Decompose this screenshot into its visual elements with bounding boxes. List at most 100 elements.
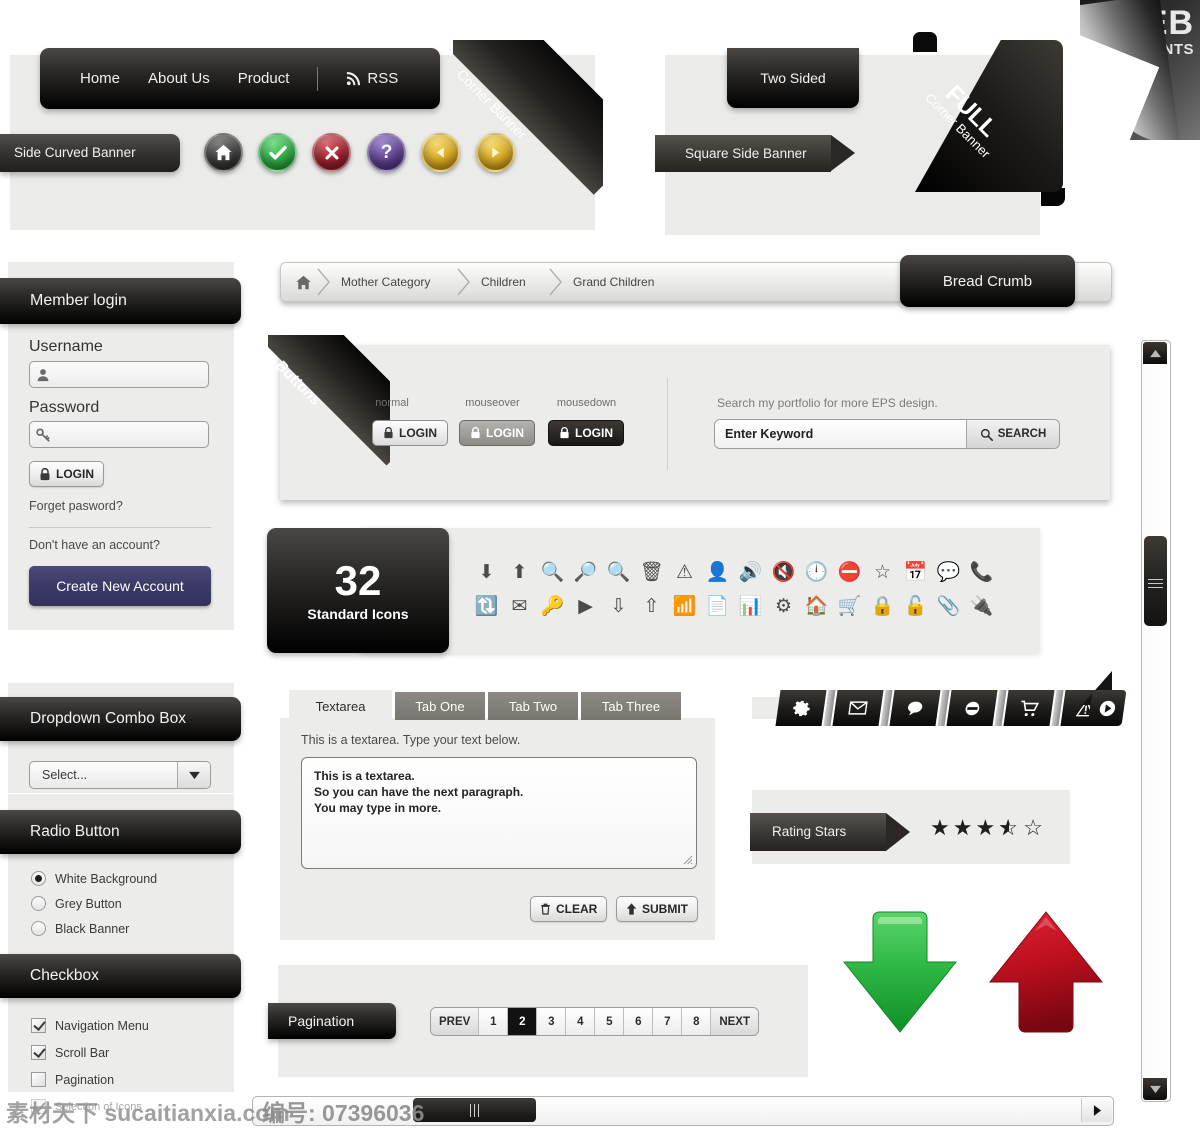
tab-one[interactable]: Tab One (395, 692, 485, 720)
submit-button[interactable]: SUBMIT (616, 896, 698, 922)
ribbon-cart-button[interactable] (1003, 690, 1055, 726)
green-down-arrow[interactable] (838, 908, 962, 1043)
horizontal-scroll-thumb[interactable] (413, 1098, 536, 1122)
red-up-arrow[interactable] (984, 908, 1108, 1043)
tab-three[interactable]: Tab Three (581, 692, 681, 720)
volume-on-icon[interactable]: 🔊 (734, 563, 767, 582)
user-icon[interactable]: 👤 (701, 563, 734, 582)
star-filled[interactable]: ★ (930, 817, 950, 839)
rating-stars[interactable]: ★ ★ ★ ☆ ★ ☆ (930, 817, 1043, 839)
breadcrumb-item-children[interactable]: Children (481, 263, 526, 301)
pagination-next-button[interactable]: NEXT (711, 1008, 758, 1035)
vertical-scrollbar[interactable] (1141, 340, 1171, 1102)
breadcrumb-home[interactable] (295, 263, 312, 301)
textarea-input[interactable]: This is a textarea. So you can have the … (301, 757, 697, 869)
pagination-page-1[interactable]: 1 (479, 1008, 509, 1035)
checkbox-option-scroll-bar[interactable]: Scroll Bar (31, 1045, 149, 1060)
chart-icon[interactable]: 📊 (734, 597, 767, 616)
star-filled[interactable]: ★ (975, 817, 995, 839)
checkbox-option-pagination[interactable]: Pagination (31, 1072, 149, 1087)
username-input[interactable] (29, 361, 209, 388)
home-circle-button[interactable] (204, 133, 243, 172)
star-filled[interactable]: ★ (953, 817, 973, 839)
ribbon-mail-button[interactable] (832, 690, 884, 726)
search-input[interactable]: Enter Keyword (715, 420, 966, 448)
refresh-icon[interactable]: 🔃 (470, 597, 503, 616)
side-curved-banner[interactable]: Side Curved Banner (0, 134, 180, 186)
rss-icon[interactable]: 📶 (668, 597, 701, 616)
warning-icon[interactable]: ⚠ (668, 563, 701, 582)
zoom-in-icon[interactable]: 🔍 (536, 563, 569, 582)
attachment-icon[interactable]: 📎 (932, 597, 965, 616)
pagination-page-8[interactable]: 8 (682, 1008, 712, 1035)
clear-button[interactable]: CLEAR (530, 896, 608, 922)
gear-icon[interactable]: ⚙ (767, 597, 800, 616)
tab-two[interactable]: Tab Two (488, 692, 578, 720)
play-icon[interactable]: ▶ (569, 597, 602, 616)
radio-option-black-banner[interactable]: Black Banner (31, 921, 157, 936)
login-button-mouseover[interactable]: LOGIN (459, 420, 535, 446)
two-sided-banner[interactable]: Two Sided (727, 38, 859, 108)
radio-indicator[interactable] (31, 921, 46, 936)
scroll-up-button[interactable] (1143, 342, 1167, 364)
comment-icon[interactable]: 💬 (932, 563, 965, 582)
login-button-normal[interactable]: LOGIN (372, 420, 448, 446)
nav-item-home[interactable]: Home (80, 70, 120, 87)
zoom-out-icon[interactable]: 🔎 (569, 563, 602, 582)
lock-closed-icon[interactable]: 🔒 (866, 597, 899, 616)
scroll-down-button[interactable] (1143, 1078, 1167, 1100)
pagination-page-7[interactable]: 7 (653, 1008, 683, 1035)
radio-option-grey-button[interactable]: Grey Button (31, 896, 157, 911)
radio-option-white-background[interactable]: White Background (31, 871, 157, 886)
help-circle-button[interactable]: ? (367, 133, 406, 172)
block-icon[interactable]: ⛔ (833, 563, 866, 582)
clock-icon[interactable]: 🕛 (800, 563, 833, 582)
password-input[interactable] (29, 421, 209, 448)
pagination-page-3[interactable]: 3 (537, 1008, 567, 1035)
check-circle-button[interactable] (258, 133, 297, 172)
collapse-down-icon[interactable]: ⇩ (602, 597, 635, 616)
volume-mute-icon[interactable]: 🔇 (767, 563, 800, 582)
login-button-mousedown[interactable]: LOGIN (548, 420, 624, 446)
home-icon[interactable]: 🏠 (800, 597, 833, 616)
login-submit-button[interactable]: LOGIN (29, 461, 104, 487)
arrow-down-icon[interactable]: ⬇ (470, 563, 503, 582)
checkbox-indicator[interactable] (31, 1072, 46, 1087)
radio-indicator[interactable] (31, 896, 46, 911)
mail-icon[interactable]: ✉ (503, 597, 536, 616)
pagination-page-2[interactable]: 2 (508, 1008, 538, 1035)
star-half[interactable]: ☆ ★ (998, 817, 1020, 839)
square-side-banner[interactable]: Square Side Banner (655, 135, 855, 186)
checkbox-option-navigation-menu[interactable]: Navigation Menu (31, 1018, 149, 1033)
pagination-prev-button[interactable]: PREV (431, 1008, 480, 1035)
search-button[interactable]: SEARCH (966, 420, 1059, 448)
breadcrumb-tab[interactable]: Bread Crumb (900, 255, 1075, 307)
calendar-icon[interactable]: 📅 (899, 563, 932, 582)
forgot-password-link[interactable]: Forget pasword? (29, 499, 123, 513)
dropdown-combo-box[interactable]: Select... (29, 761, 211, 789)
nav-item-about[interactable]: About Us (148, 70, 210, 87)
nav-item-product[interactable]: Product (238, 70, 290, 87)
resize-grip-icon[interactable] (681, 853, 693, 865)
pagination-page-6[interactable]: 6 (624, 1008, 654, 1035)
radio-indicator[interactable] (31, 871, 46, 886)
key-icon[interactable]: 🔑 (536, 597, 569, 616)
breadcrumb-item-grand-children[interactable]: Grand Children (573, 263, 654, 301)
ribbon-play-button[interactable] (1087, 690, 1127, 726)
plug-icon[interactable]: 🔌 (965, 597, 998, 616)
trash-icon[interactable]: 🗑 (635, 563, 668, 582)
tab-textarea[interactable]: Textarea (289, 690, 392, 722)
star-icon[interactable]: ☆ (866, 563, 899, 582)
ribbon-comment-button[interactable] (889, 690, 941, 726)
pagination-page-4[interactable]: 4 (566, 1008, 596, 1035)
lock-open-icon[interactable]: 🔓 (899, 597, 932, 616)
arrow-up-icon[interactable]: ⬆ (503, 563, 536, 582)
full-corner-banner[interactable]: Corner Banner FULL (915, 40, 1063, 192)
checkbox-indicator[interactable] (31, 1018, 46, 1033)
phone-icon[interactable]: 📞 (965, 563, 998, 582)
checkbox-indicator[interactable] (31, 1045, 46, 1060)
create-new-account-button[interactable]: Create New Account (29, 566, 211, 606)
close-circle-button[interactable] (312, 133, 351, 172)
pagination-page-5[interactable]: 5 (595, 1008, 625, 1035)
vertical-scroll-thumb[interactable] (1144, 536, 1167, 626)
